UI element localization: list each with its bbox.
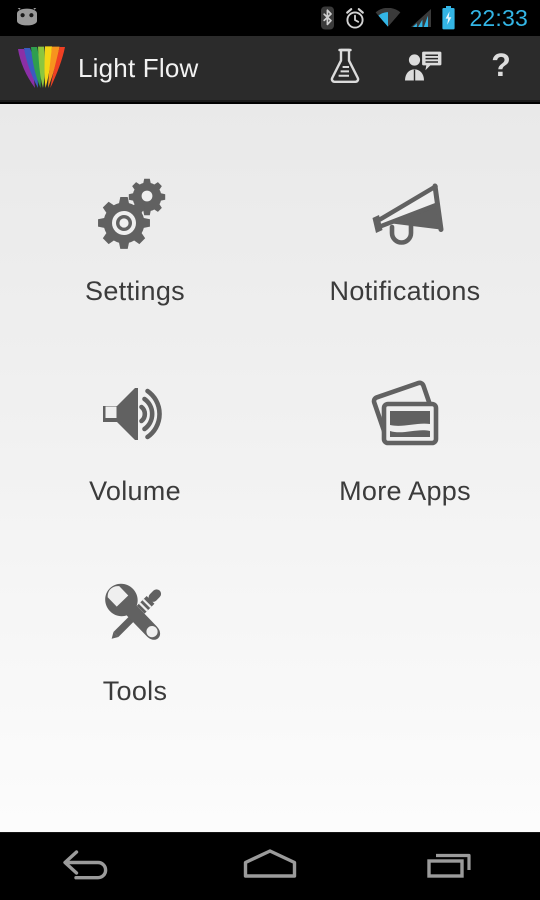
tile-label: Volume (89, 476, 181, 506)
tile-label: Settings (85, 276, 185, 306)
android-robot-icon (14, 8, 40, 28)
main-content: Settings Notifications Volume More Apps … (0, 104, 540, 832)
tile-label: Tools (102, 676, 168, 706)
megaphone-icon (355, 164, 455, 264)
action-bar-buttons: ? (306, 36, 540, 100)
tile-settings[interactable]: Settings (0, 154, 270, 354)
android-phone-screen: 22:33 Light Flow ? Settings Notification… (0, 0, 540, 900)
feedback-button[interactable] (384, 35, 462, 101)
battery-charging-icon (441, 6, 456, 30)
status-bar-right: 22:33 (320, 5, 540, 32)
status-bar-left (0, 8, 40, 28)
flask-icon (328, 47, 362, 90)
gears-icon (85, 164, 185, 264)
wrench-screwdriver-icon (85, 564, 185, 664)
bluetooth-icon (320, 6, 335, 30)
nav-recents-button[interactable] (360, 833, 540, 900)
person-speech-bubble-icon (403, 49, 443, 88)
navigation-bar (0, 832, 540, 900)
tile-label: More Apps (339, 476, 471, 506)
speaker-volume-icon (85, 364, 185, 464)
alarm-clock-icon (344, 7, 366, 30)
tile-more-apps[interactable]: More Apps (270, 354, 540, 554)
nav-home-button[interactable] (180, 833, 360, 900)
tile-label: Notifications (329, 276, 481, 306)
tile-notifications[interactable]: Notifications (270, 154, 540, 354)
question-mark-icon: ? (488, 47, 514, 90)
tile-volume[interactable]: Volume (0, 354, 270, 554)
tile-tools[interactable]: Tools (0, 554, 270, 754)
app-title: Light Flow (78, 52, 199, 83)
wifi-icon (375, 8, 401, 28)
back-arrow-icon (62, 847, 118, 886)
action-bar: Light Flow ? (0, 36, 540, 102)
svg-text:?: ? (491, 47, 511, 83)
recent-apps-icon (424, 847, 476, 886)
help-button[interactable]: ? (462, 35, 540, 101)
home-pentagon-icon (241, 847, 299, 886)
beta-flask-button[interactable] (306, 35, 384, 101)
light-flow-logo (14, 44, 66, 92)
nav-back-button[interactable] (0, 833, 180, 900)
cell-signal-icon (410, 8, 432, 28)
menu-grid: Settings Notifications Volume More Apps … (0, 154, 540, 754)
status-bar: 22:33 (0, 0, 540, 36)
photos-stack-icon (355, 364, 455, 464)
status-bar-clock: 22:33 (469, 4, 528, 31)
